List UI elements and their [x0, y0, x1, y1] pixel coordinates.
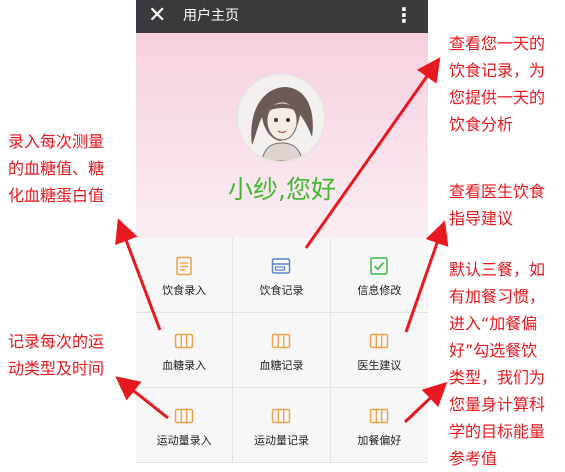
arrow-to-doctor-advice — [404, 220, 449, 333]
annotation-arrows — [115, 57, 449, 424]
arrow-to-blood-sugar-entry — [115, 218, 162, 331]
arrow-to-exercise-entry — [115, 376, 169, 420]
arrow-to-diet-record — [304, 57, 441, 249]
arrow-to-meal-preference — [403, 381, 448, 424]
